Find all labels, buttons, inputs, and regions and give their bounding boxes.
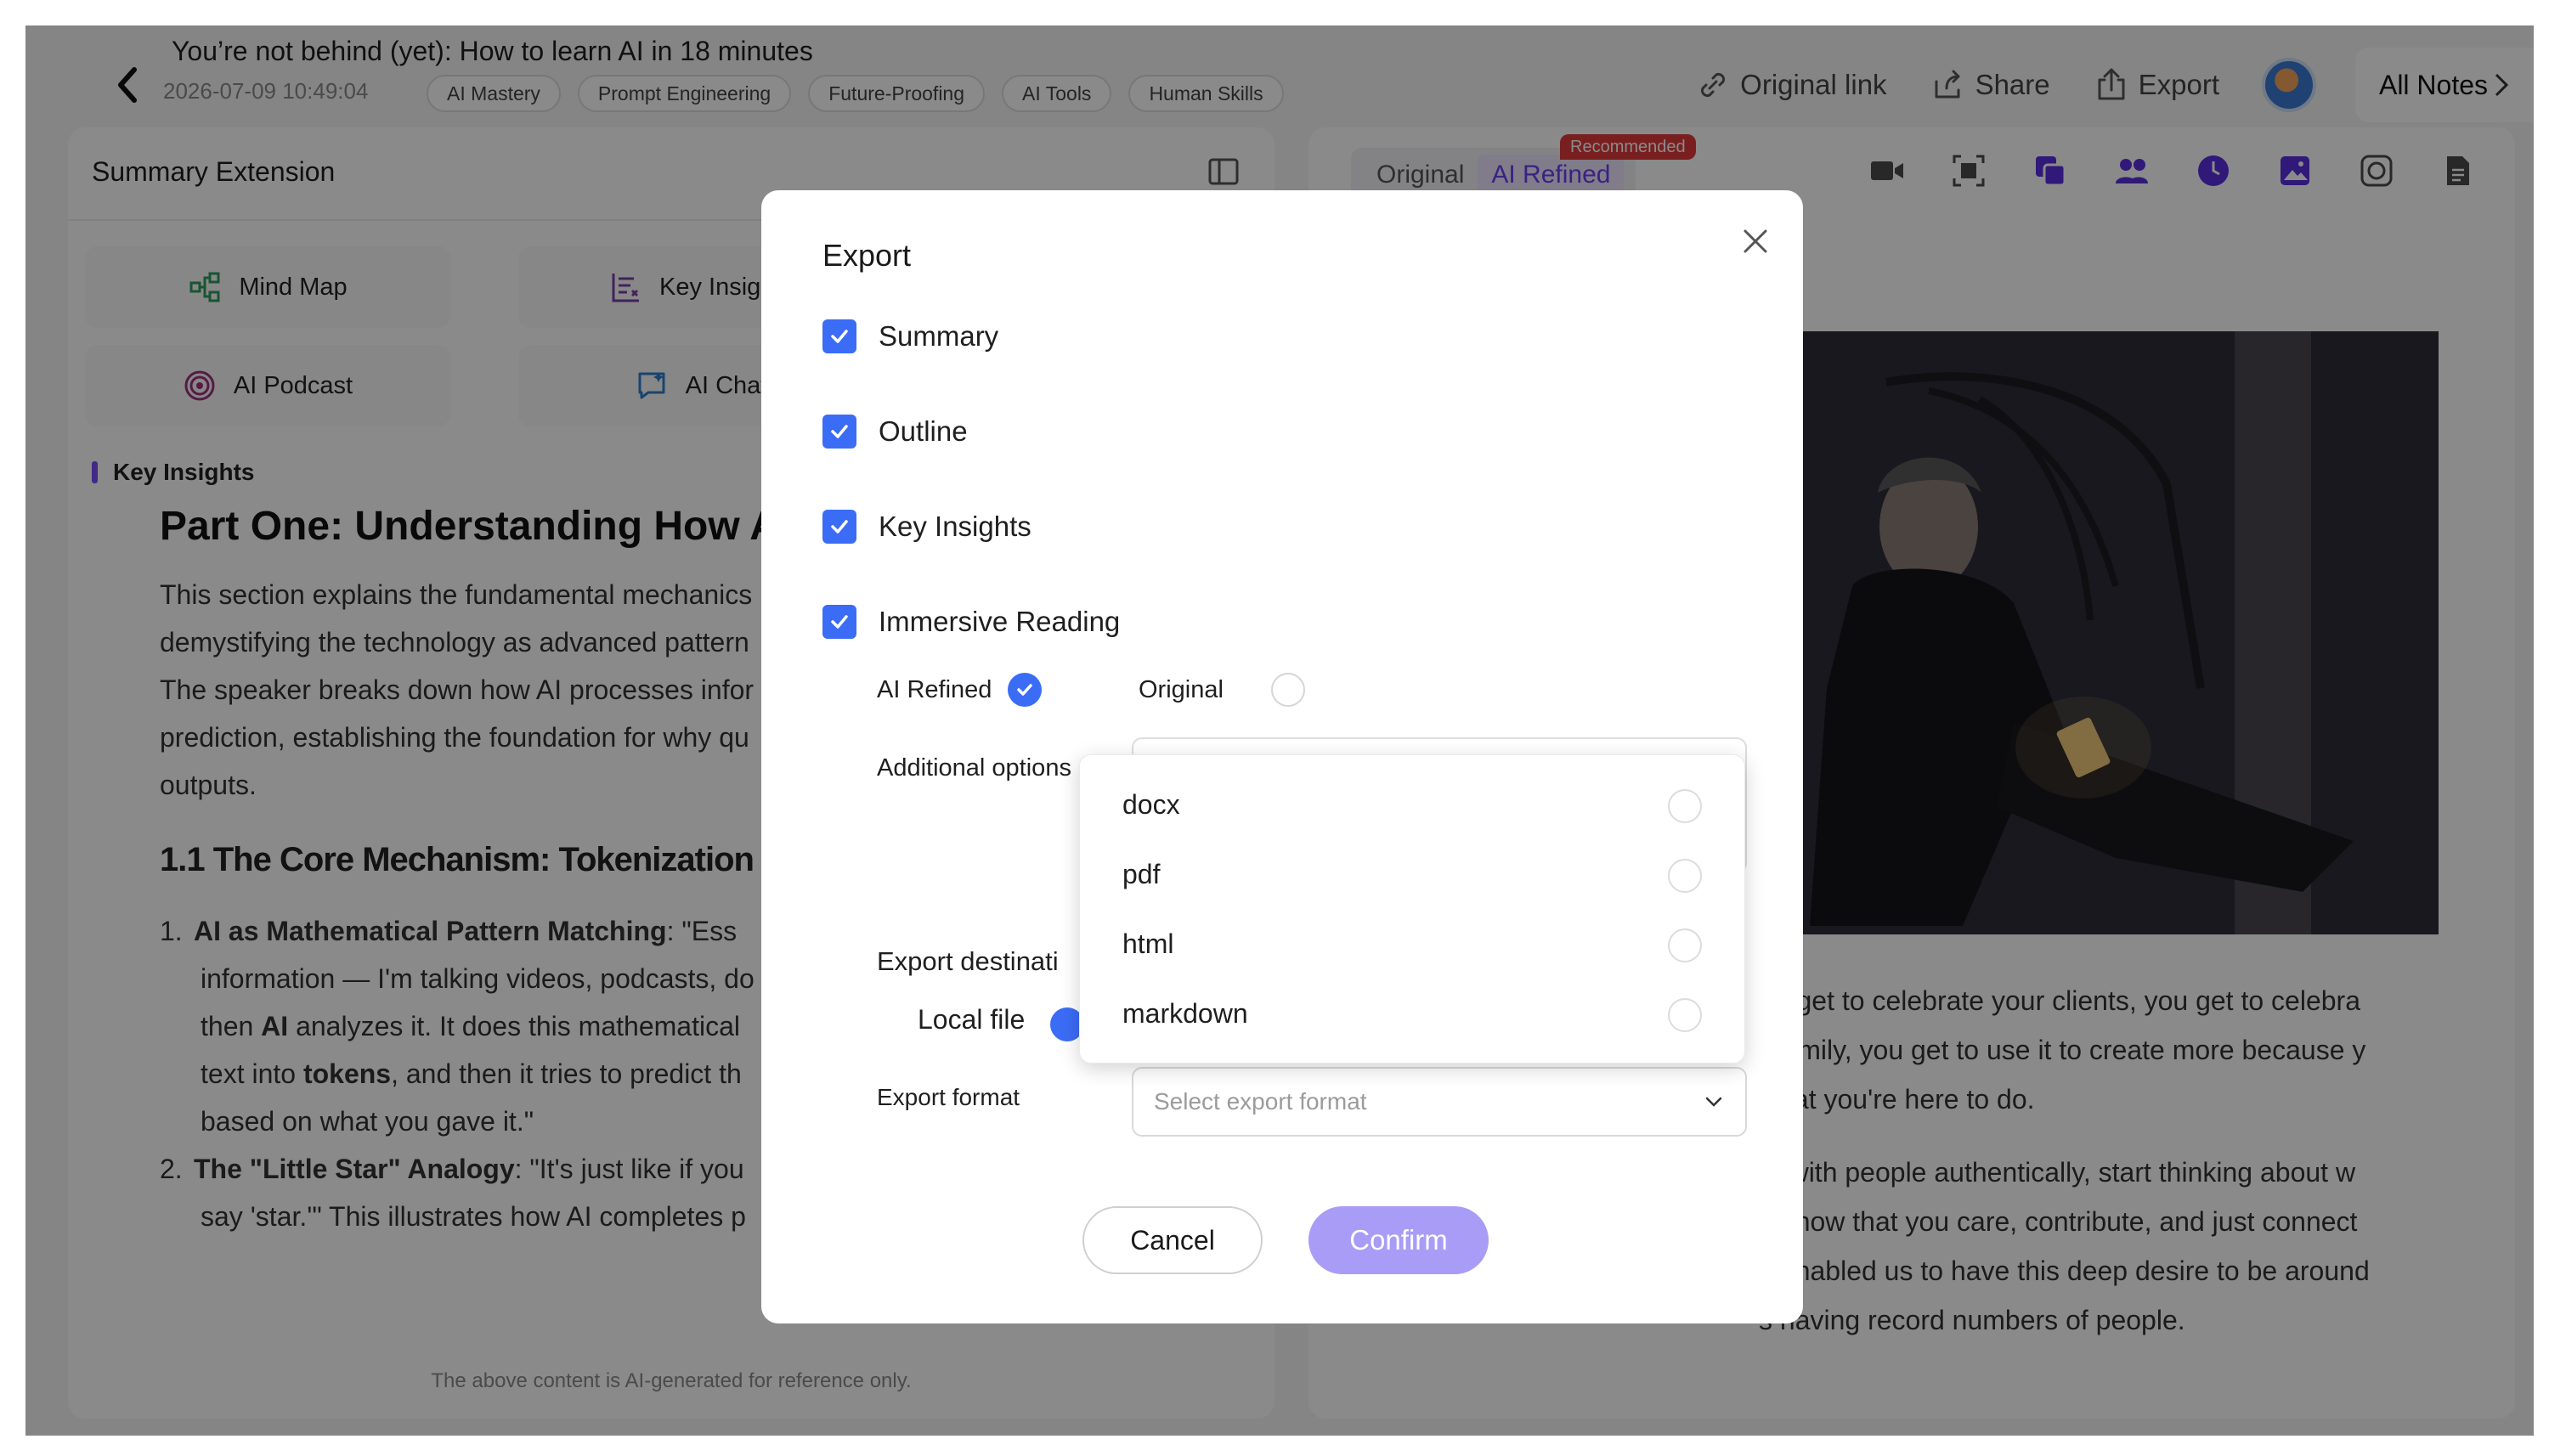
checkmark-icon: [831, 330, 848, 343]
ai-refined-radio[interactable]: [1008, 673, 1042, 707]
original-radio[interactable]: [1271, 673, 1305, 707]
checkbox-label: Summary: [879, 320, 999, 352]
cancel-button[interactable]: Cancel: [1082, 1206, 1263, 1274]
format-option-html[interactable]: html: [1122, 928, 1173, 960]
checkmark-icon: [831, 425, 848, 438]
format-option-docx[interactable]: docx: [1122, 789, 1180, 821]
checkbox-label: Key Insights: [879, 511, 1031, 542]
outline-checkbox[interactable]: Outline: [822, 415, 968, 449]
export-format-dropdown: docx pdf html markdown: [1079, 754, 1745, 1064]
export-format-select[interactable]: Select export format: [1132, 1067, 1747, 1137]
format-radio[interactable]: [1668, 928, 1702, 962]
checkbox-checked[interactable]: [822, 510, 856, 544]
immersive-reading-checkbox[interactable]: Immersive Reading: [822, 605, 1120, 639]
checkbox-checked[interactable]: [822, 415, 856, 449]
export-format-placeholder: Select export format: [1154, 1088, 1367, 1115]
local-file-label: Local file: [918, 1004, 1026, 1035]
checkbox-label: Immersive Reading: [879, 606, 1121, 637]
summary-checkbox[interactable]: Summary: [822, 319, 998, 353]
key-insights-checkbox[interactable]: Key Insights: [822, 510, 1031, 544]
additional-options-label: Additional options: [877, 754, 1071, 782]
confirm-button[interactable]: Confirm: [1308, 1206, 1489, 1274]
checkmark-icon: [1017, 684, 1032, 696]
format-option-pdf[interactable]: pdf: [1122, 859, 1160, 890]
checkmark-icon: [831, 520, 848, 533]
format-radio[interactable]: [1668, 859, 1702, 893]
ai-refined-radio-label: AI Refined: [877, 676, 992, 703]
chevron-down-icon: [1705, 1097, 1722, 1107]
format-radio[interactable]: [1668, 998, 1702, 1032]
original-radio-label: Original: [1139, 676, 1224, 703]
close-icon[interactable]: [1737, 223, 1774, 260]
format-option-markdown[interactable]: markdown: [1122, 998, 1248, 1030]
checkbox-checked[interactable]: [822, 605, 856, 639]
checkbox-label: Outline: [879, 415, 968, 447]
dialog-title: Export: [822, 238, 912, 273]
export-format-label: Export format: [877, 1084, 1020, 1110]
checkbox-checked[interactable]: [822, 319, 856, 353]
export-destination-label: Export destinati: [877, 946, 1059, 976]
format-radio[interactable]: [1668, 789, 1702, 823]
checkmark-icon: [831, 615, 848, 629]
